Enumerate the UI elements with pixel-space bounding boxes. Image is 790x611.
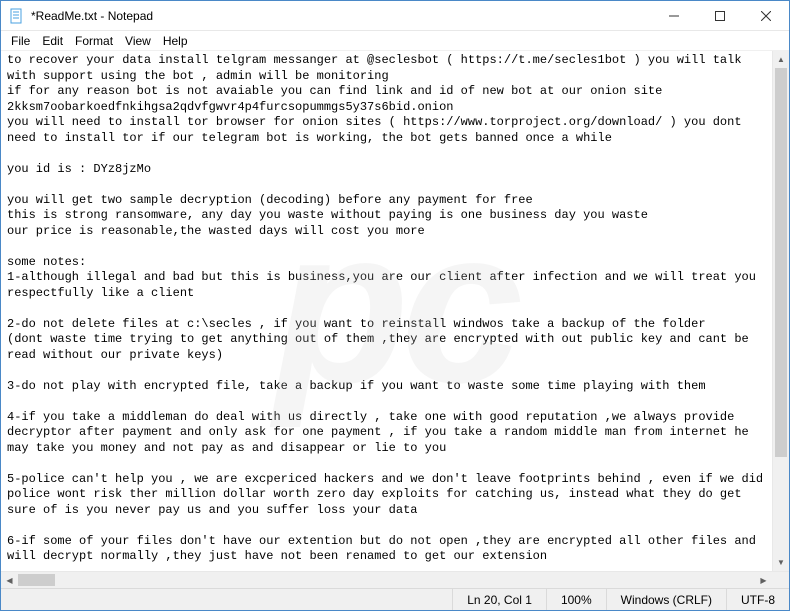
scroll-down-icon[interactable]: ▼ bbox=[773, 554, 789, 571]
scroll-right-icon[interactable]: ▶ bbox=[755, 572, 772, 588]
menu-format[interactable]: Format bbox=[69, 33, 119, 49]
editor-area: to recover your data install telgram mes… bbox=[1, 51, 789, 571]
maximize-button[interactable] bbox=[697, 1, 743, 30]
notepad-window: *ReadMe.txt - Notepad File Edit Format V… bbox=[0, 0, 790, 611]
menu-view[interactable]: View bbox=[119, 33, 157, 49]
horizontal-scrollbar[interactable]: ◀ ▶ bbox=[1, 572, 772, 588]
notepad-icon bbox=[9, 8, 25, 24]
hscroll-row: ◀ ▶ bbox=[1, 571, 789, 588]
menu-edit[interactable]: Edit bbox=[36, 33, 69, 49]
titlebar[interactable]: *ReadMe.txt - Notepad bbox=[1, 1, 789, 31]
window-controls bbox=[651, 1, 789, 30]
status-zoom: 100% bbox=[546, 589, 606, 610]
status-encoding: UTF-8 bbox=[726, 589, 789, 610]
vertical-scrollbar[interactable]: ▲ ▼ bbox=[772, 51, 789, 571]
hscroll-track[interactable] bbox=[18, 572, 755, 588]
hscroll-thumb[interactable] bbox=[18, 574, 55, 586]
vscroll-track[interactable] bbox=[773, 68, 789, 554]
menubar: File Edit Format View Help bbox=[1, 31, 789, 51]
menu-file[interactable]: File bbox=[5, 33, 36, 49]
text-editor[interactable]: to recover your data install telgram mes… bbox=[1, 51, 772, 571]
scroll-corner bbox=[772, 572, 789, 589]
scroll-left-icon[interactable]: ◀ bbox=[1, 572, 18, 588]
scroll-up-icon[interactable]: ▲ bbox=[773, 51, 789, 68]
close-button[interactable] bbox=[743, 1, 789, 30]
minimize-button[interactable] bbox=[651, 1, 697, 30]
window-title: *ReadMe.txt - Notepad bbox=[31, 9, 651, 23]
vscroll-thumb[interactable] bbox=[775, 68, 787, 457]
status-position: Ln 20, Col 1 bbox=[452, 589, 546, 610]
statusbar: Ln 20, Col 1 100% Windows (CRLF) UTF-8 bbox=[1, 588, 789, 610]
status-line-ending: Windows (CRLF) bbox=[606, 589, 726, 610]
menu-help[interactable]: Help bbox=[157, 33, 194, 49]
